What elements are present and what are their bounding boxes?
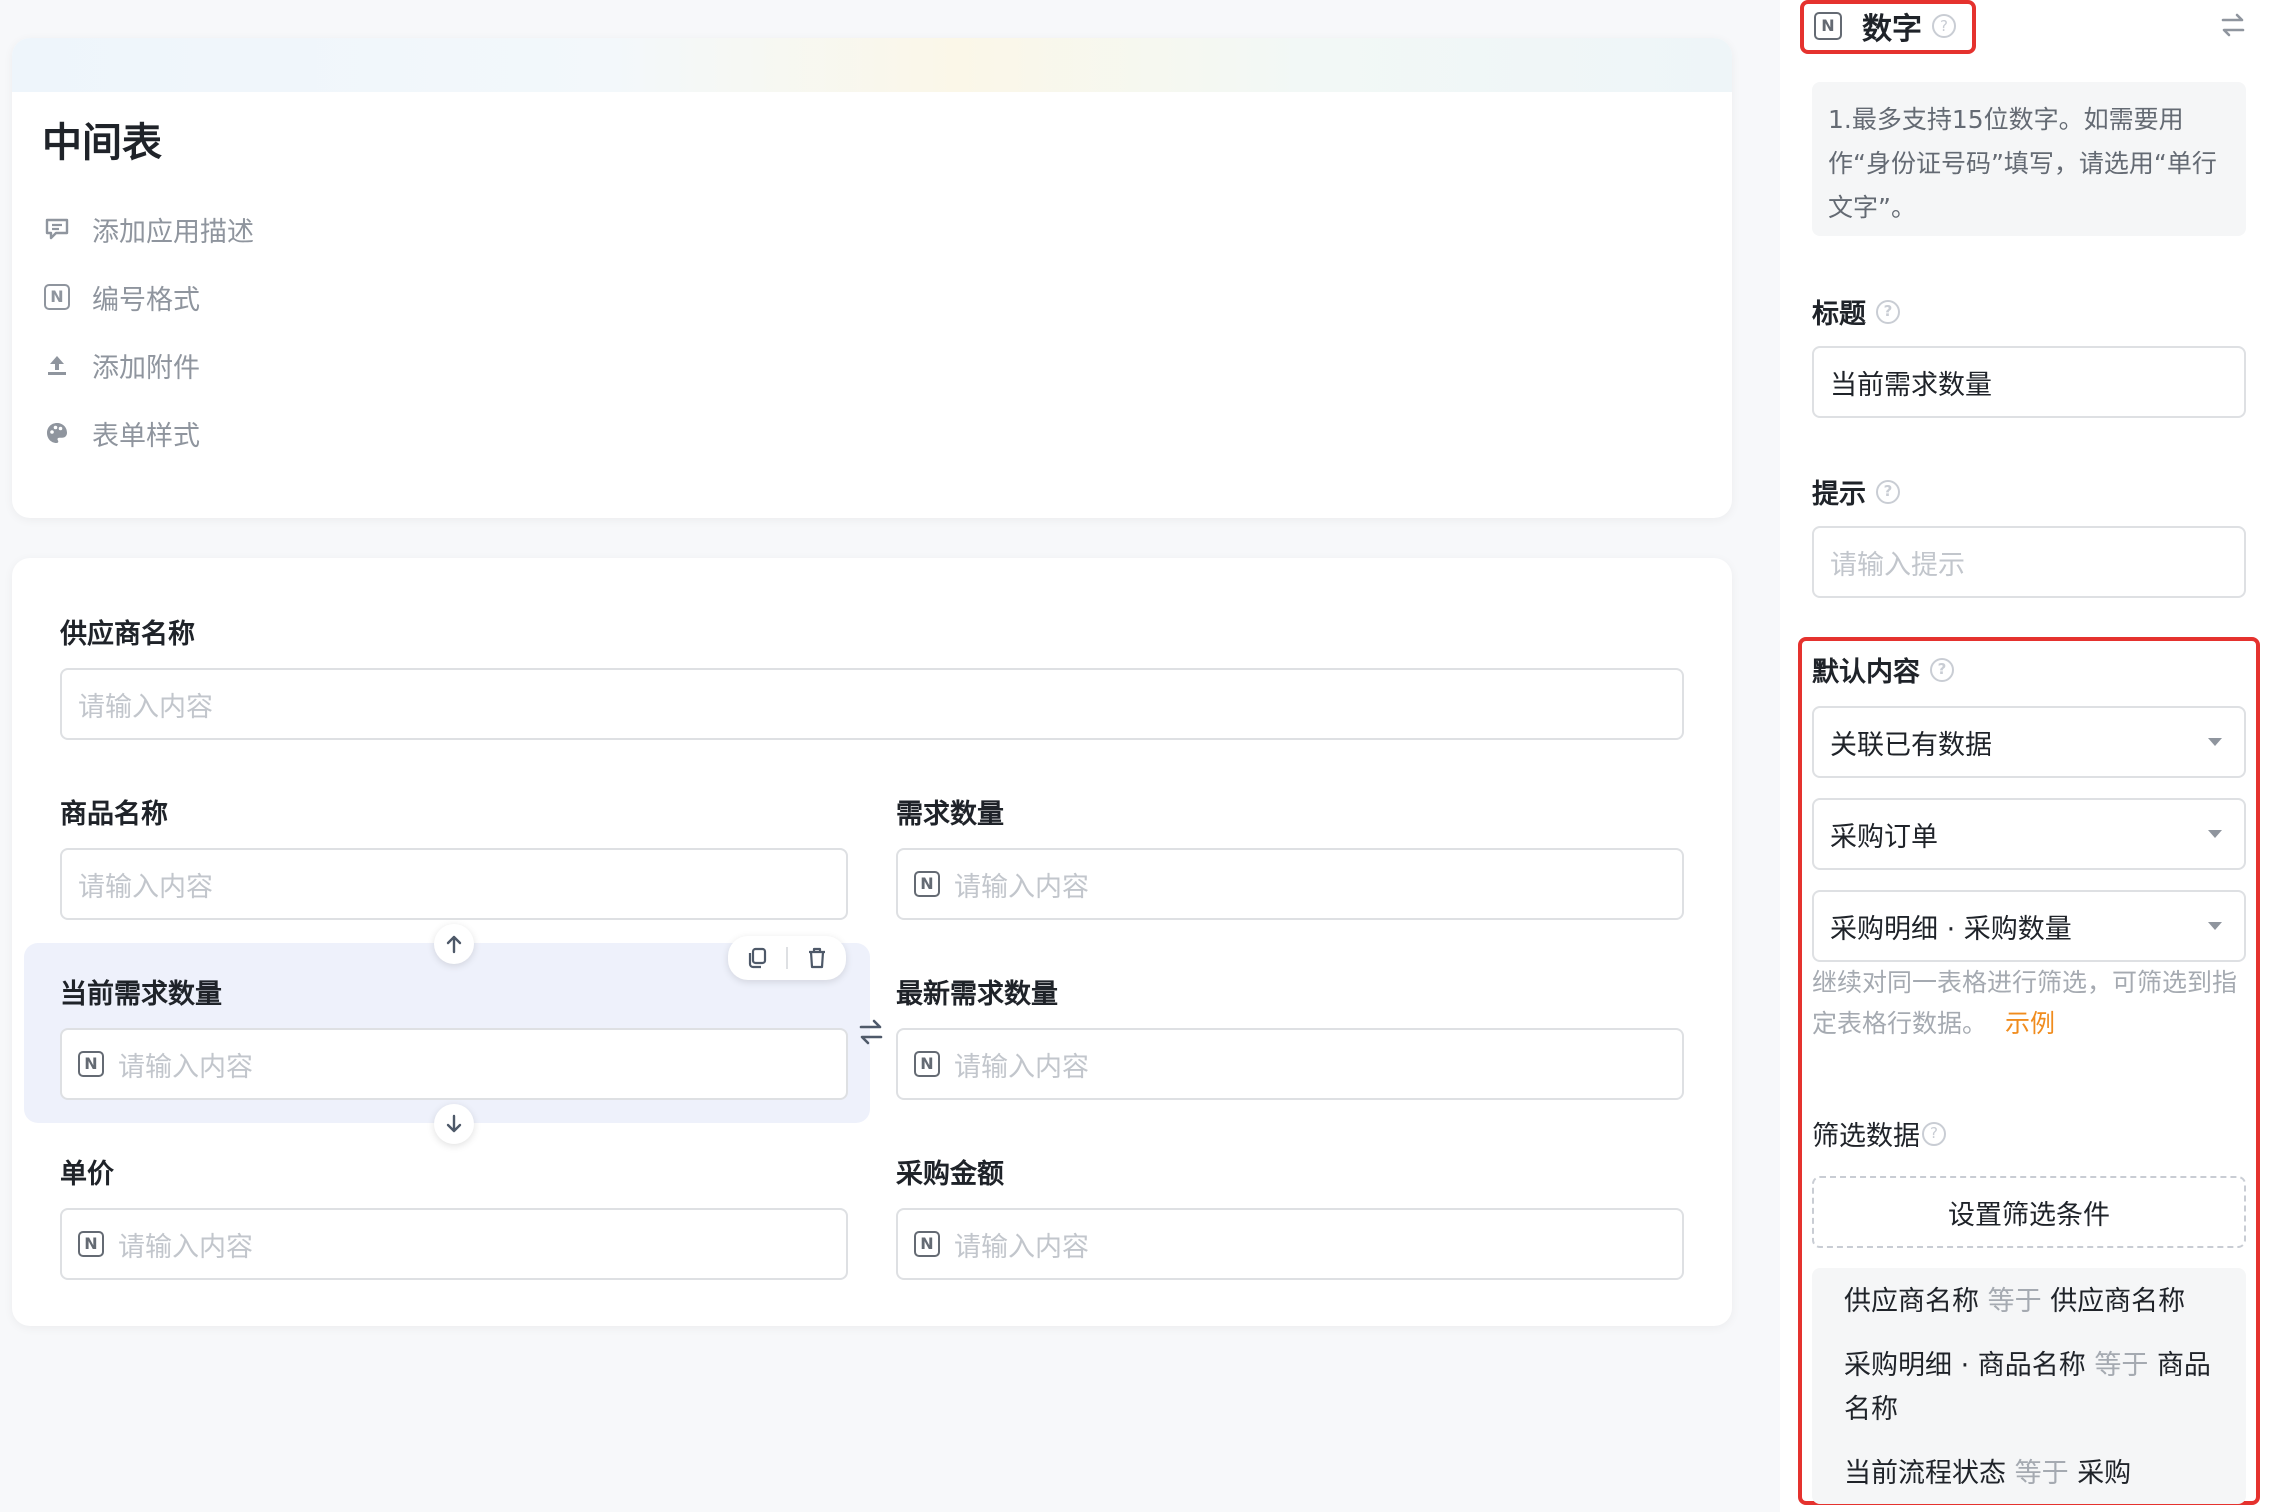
field-type-tip: 1.最多支持15位数字。如需要用作“身份证号码”填写，请选用“单行文字”。 [1812,82,2246,236]
demand-qty-placeholder: 请输入内容 [954,871,1089,903]
add-description-link[interactable]: 添加应用描述 [42,195,254,263]
default-mode-value: 关联已有数据 [1830,729,1992,761]
hint-placeholder: 请输入提示 [1830,549,1965,581]
demand-qty-label: 需求数量 [896,799,1004,830]
title-label-text: 标题 [1812,299,1866,330]
number-field-icon: N [78,1051,104,1077]
filter-conditions: 供应商名称 等于 供应商名称 采购明细 · 商品名称 等于 商品名称 当前流程状… [1812,1268,2246,1504]
number-field-icon: N [78,1231,104,1257]
n-badge: N [44,284,70,310]
source-form-select[interactable]: 采购订单 [1812,798,2246,870]
default-content-label-text: 默认内容 [1812,657,1920,688]
copy-icon [748,947,767,969]
current-demand-qty-label: 当前需求数量 [60,979,222,1010]
condition-field: 采购明细 · 商品名称 [1844,1350,2086,1381]
number-format-label: 编号格式 [92,284,200,316]
field-action-bar [728,936,846,980]
unit-price-label: 单价 [60,1159,114,1190]
product-placeholder: 请输入内容 [78,871,213,903]
field-type-title: 数字 [1862,12,1922,47]
hint-label-text: 提示 [1812,479,1866,510]
unit-price-placeholder: 请输入内容 [118,1231,253,1263]
app-links: 添加应用描述 N 编号格式 添加附件 表单样式 [42,195,254,467]
hint-label: 提示 ? [1812,472,1900,511]
help-icon[interactable]: ? [1876,299,1900,324]
help-icon[interactable]: ? [1932,14,1956,38]
copy-field-button[interactable] [728,936,786,980]
condition-field: 供应商名称 [1844,1286,1979,1317]
current-demand-qty-input[interactable]: N 请输入内容 [60,1028,848,1100]
form-style-label: 表单样式 [92,420,200,452]
product-input[interactable]: 请输入内容 [60,848,848,920]
number-field-icon: N [914,871,940,897]
filter-data-label-text: 筛选数据 [1812,1121,1920,1152]
supplier-label: 供应商名称 [60,619,195,650]
source-form-value: 采购订单 [1830,821,1938,853]
delete-field-button[interactable] [788,936,846,980]
app-info-card [12,38,1732,518]
n-format-icon: N [42,282,72,312]
switch-type-icon[interactable] [2218,10,2252,44]
number-field-icon: N [914,1231,940,1257]
filter-data-label: 筛选数据 ? [1812,1114,1946,1153]
latest-demand-qty-label: 最新需求数量 [896,979,1058,1010]
field-type-header: N 数字 ? [1814,6,1956,47]
arrow-down-icon [446,1114,462,1133]
chevron-down-icon [2208,830,2222,838]
chevron-down-icon [2208,922,2222,930]
default-content-label: 默认内容 ? [1812,650,1954,689]
title-value: 当前需求数量 [1830,369,1992,401]
trash-icon [809,947,825,969]
help-icon[interactable]: ? [1876,479,1900,504]
palette-icon [42,418,72,448]
upload-icon [42,350,72,380]
swap-icon[interactable] [856,1014,886,1050]
supplier-input[interactable]: 请输入内容 [60,668,1684,740]
supplier-placeholder: 请输入内容 [78,691,213,723]
current-demand-qty-placeholder: 请输入内容 [118,1051,253,1083]
help-icon[interactable]: ? [1922,1121,1946,1146]
title-label: 标题 ? [1812,292,1900,331]
filter-condition[interactable]: 当前流程状态 等于 采购 [1844,1452,2222,1496]
source-field-value: 采购明细 · 采购数量 [1830,913,2072,945]
default-mode-select[interactable]: 关联已有数据 [1812,706,2246,778]
app-title: 中间表 [42,120,162,166]
number-format-link[interactable]: N 编号格式 [42,263,254,331]
form-style-link[interactable]: 表单样式 [42,399,254,467]
arrow-up-icon [446,935,462,954]
title-input[interactable]: 当前需求数量 [1812,346,2246,418]
purchase-amount-label: 采购金额 [896,1159,1004,1190]
product-label: 商品名称 [60,799,168,830]
purchase-amount-input[interactable]: N 请输入内容 [896,1208,1684,1280]
app-banner [12,38,1732,92]
condition-operator: 等于 [2094,1350,2149,1381]
purchase-amount-placeholder: 请输入内容 [954,1231,1089,1263]
example-link[interactable]: 示例 [2005,1009,2055,1038]
condition-value: 供应商名称 [2050,1286,2186,1317]
move-down-button[interactable] [434,1104,474,1144]
add-attachment-link[interactable]: 添加附件 [42,331,254,399]
set-filter-button[interactable]: 设置筛选条件 [1812,1176,2246,1248]
latest-demand-qty-placeholder: 请输入内容 [954,1051,1089,1083]
chevron-down-icon [2208,738,2222,746]
source-field-select[interactable]: 采购明细 · 采购数量 [1812,890,2246,962]
hint-input[interactable]: 请输入提示 [1812,526,2246,598]
filter-condition[interactable]: 供应商名称 等于 供应商名称 [1844,1280,2222,1324]
filter-condition[interactable]: 采购明细 · 商品名称 等于 商品名称 [1844,1344,2222,1432]
condition-field: 当前流程状态 [1844,1458,2006,1489]
help-icon[interactable]: ? [1930,657,1954,682]
number-type-icon: N [1814,12,1842,40]
condition-operator: 等于 [1987,1286,2042,1317]
unit-price-input[interactable]: N 请输入内容 [60,1208,848,1280]
filter-hint: 继续对同一表格进行筛选，可筛选到指定表格行数据。 示例 [1812,962,2252,1044]
comment-icon [42,214,72,244]
add-description-label: 添加应用描述 [92,216,254,248]
latest-demand-qty-input[interactable]: N 请输入内容 [896,1028,1684,1100]
number-field-icon: N [914,1051,940,1077]
condition-value: 采购 [2077,1458,2132,1489]
add-attachment-label: 添加附件 [92,352,200,384]
demand-qty-input[interactable]: N 请输入内容 [896,848,1684,920]
condition-operator: 等于 [2014,1458,2069,1489]
move-up-button[interactable] [434,924,474,964]
